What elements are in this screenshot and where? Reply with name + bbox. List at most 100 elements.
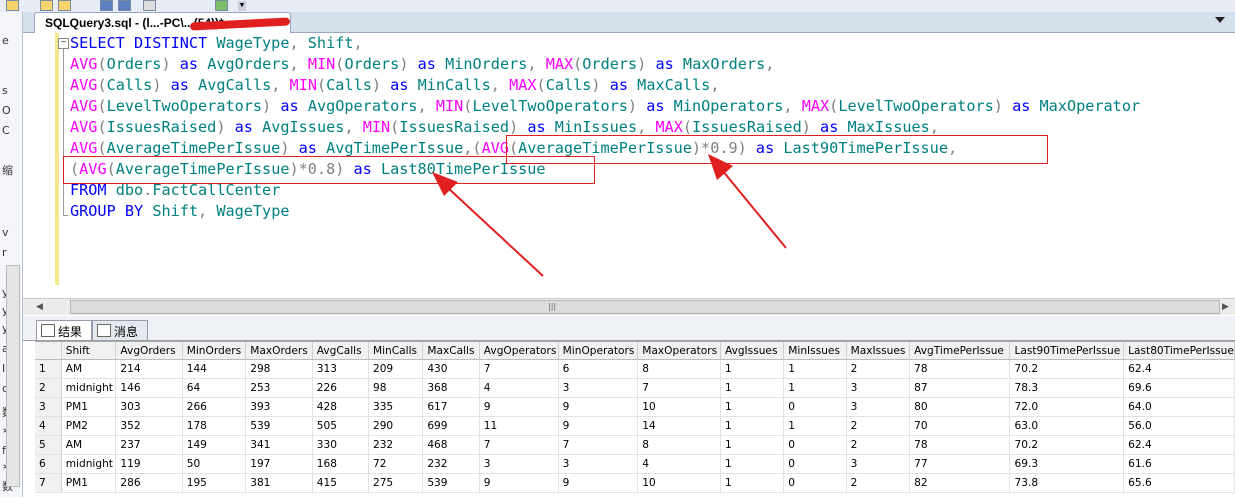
table-cell[interactable]: 168 [312,454,369,474]
table-cell[interactable]: 1 [720,397,785,417]
table-cell[interactable]: 11 [479,416,559,436]
table-cell[interactable]: 0 [783,397,847,417]
table-cell[interactable]: 195 [182,473,247,493]
table-cell[interactable]: 428 [312,397,369,417]
table-cell[interactable]: 80 [909,397,1011,417]
table-cell[interactable]: 298 [245,359,313,379]
table-cell[interactable]: 3 [846,397,911,417]
table-cell[interactable]: 6 [558,359,639,379]
table-row[interactable]: 6 midnight 119 50 197 168 72 232 3 3 4 1 0 3 77 69.3 61.… [35,454,1235,474]
table-cell[interactable]: 73.8 [1009,473,1125,493]
col-header[interactable]: MinOrders [182,342,247,360]
tab-results[interactable]: 结果 [36,320,92,340]
col-header[interactable]: MaxCalls [422,342,480,360]
table-cell[interactable]: 72 [368,454,424,474]
table-cell[interactable]: 119 [115,454,183,474]
table-cell[interactable]: 1 [783,378,847,398]
table-cell[interactable]: 699 [422,416,480,436]
col-header[interactable]: MinOperators [558,342,639,360]
scrollbar-thumb[interactable] [70,300,1220,314]
table-cell[interactable]: 1 [720,435,785,455]
table-cell[interactable]: 214 [115,359,183,379]
table-cell[interactable]: 2 [846,435,911,455]
table-cell[interactable]: 4 [637,454,721,474]
table-cell[interactable]: AM [61,435,117,455]
table-cell[interactable]: PM2 [61,416,117,436]
col-header[interactable]: AvgCalls [312,342,369,360]
table-cell[interactable]: 7 [558,435,639,455]
table-cell[interactable]: 197 [245,454,313,474]
row-number[interactable]: 1 [35,359,62,379]
col-header[interactable]: AvgIssues [720,342,785,360]
table-cell[interactable]: 98 [368,378,424,398]
col-header[interactable]: AvgOperators [479,342,559,360]
table-cell[interactable]: 209 [368,359,424,379]
table-row[interactable]: 7 PM1 286 195 381 415 275 539 9 9 10 1 0 2 82 73.8 65.6 [35,473,1235,493]
table-cell[interactable]: 330 [312,435,369,455]
table-cell[interactable]: 70.2 [1009,435,1125,455]
table-cell[interactable]: midnight [61,454,117,474]
table-cell[interactable]: 62.4 [1123,359,1235,379]
table-cell[interactable]: 1 [720,416,785,436]
table-cell[interactable]: 226 [312,378,369,398]
table-cell[interactable]: 1 [720,454,785,474]
col-header[interactable]: MinIssues [783,342,847,360]
table-cell[interactable]: 1 [720,359,785,379]
table-cell[interactable]: 3 [558,454,639,474]
table-cell[interactable]: 3 [846,454,911,474]
table-row[interactable]: 4 PM2 352 178 539 505 290 699 11 9 14 1 1 2 70 63.0 56.0 [35,416,1235,436]
table-cell[interactable]: 275 [368,473,424,493]
col-header[interactable]: MaxOperators [637,342,721,360]
table-cell[interactable]: 50 [182,454,247,474]
table-cell[interactable]: 237 [115,435,183,455]
table-cell[interactable]: 232 [422,454,480,474]
table-cell[interactable]: 505 [312,416,369,436]
table-cell[interactable]: 290 [368,416,424,436]
table-cell[interactable]: 10 [637,473,721,493]
table-cell[interactable]: 78.3 [1009,378,1125,398]
table-cell[interactable]: 69.6 [1123,378,1235,398]
table-cell[interactable]: 303 [115,397,183,417]
table-cell[interactable]: 3 [846,378,911,398]
row-number[interactable]: 7 [35,473,62,493]
table-cell[interactable]: 70.2 [1009,359,1125,379]
col-header[interactable]: Last90TimePerIssue [1009,342,1125,360]
table-cell[interactable]: 1 [720,473,785,493]
table-cell[interactable]: 9 [479,397,559,417]
table-cell[interactable]: 266 [182,397,247,417]
table-cell[interactable]: 64 [182,378,247,398]
table-row[interactable]: 2 midnight 146 64 253 226 98 368 4 3 7 1 1 3 87 78.3 69.… [35,378,1235,398]
table-cell[interactable]: 430 [422,359,480,379]
table-cell[interactable]: 64.0 [1123,397,1235,417]
table-cell[interactable]: 9 [558,416,639,436]
col-header[interactable]: Last80TimePerIssue [1123,342,1235,360]
table-cell[interactable]: AM [61,359,117,379]
col-header[interactable]: MaxOrders [245,342,313,360]
scroll-right-icon[interactable]: ▶ [1222,302,1229,312]
tab-messages[interactable]: 消息 [92,320,148,340]
table-cell[interactable]: 313 [312,359,369,379]
table-cell[interactable]: 0 [783,473,847,493]
table-cell[interactable]: 539 [245,416,313,436]
table-cell[interactable]: 253 [245,378,313,398]
table-cell[interactable]: 381 [245,473,313,493]
table-cell[interactable]: 146 [115,378,183,398]
table-cell[interactable]: 335 [368,397,424,417]
table-cell[interactable]: 393 [245,397,313,417]
col-header[interactable]: MaxIssues [846,342,911,360]
table-cell[interactable]: 539 [422,473,480,493]
table-cell[interactable]: PM1 [61,397,117,417]
table-cell[interactable]: 72.0 [1009,397,1125,417]
row-number[interactable]: 5 [35,435,62,455]
table-cell[interactable]: 87 [909,378,1011,398]
table-cell[interactable]: 0 [783,454,847,474]
table-cell[interactable]: 3 [558,378,639,398]
table-cell[interactable]: 0 [783,435,847,455]
row-number[interactable]: 2 [35,378,62,398]
col-header[interactable]: MinCalls [368,342,424,360]
table-cell[interactable]: 341 [245,435,313,455]
table-cell[interactable]: 70 [909,416,1011,436]
table-row[interactable]: 1 AM 214 144 298 313 209 430 7 6 8 1 1 2 78 70.2 62.4 [35,359,1235,379]
row-number[interactable]: 4 [35,416,62,436]
table-cell[interactable]: 2 [846,359,911,379]
